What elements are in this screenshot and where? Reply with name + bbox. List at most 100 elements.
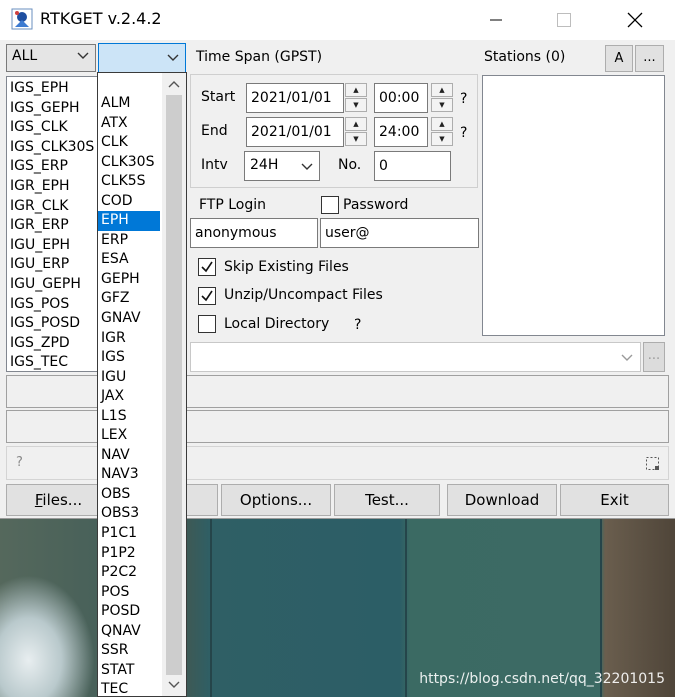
options-button[interactable]: Options...: [221, 484, 331, 516]
spin-up-icon[interactable]: ▲: [431, 83, 453, 97]
test-button[interactable]: Test...: [334, 484, 440, 516]
type-combo[interactable]: ALL: [6, 44, 96, 72]
spin-down-icon[interactable]: ▼: [431, 98, 453, 112]
list-item[interactable]: IGS_ERP: [7, 157, 94, 177]
ftp-login-field[interactable]: anonymous: [190, 218, 318, 248]
scroll-down-icon[interactable]: [168, 680, 180, 690]
dropdown-item[interactable]: POSD: [98, 602, 160, 622]
dropdown-item[interactable]: ESA: [98, 250, 160, 270]
status-help-icon[interactable]: ?: [16, 455, 23, 470]
dropdown-item[interactable]: NAV3: [98, 465, 160, 485]
time-help-icon[interactable]: ?: [460, 91, 467, 107]
dropdown-item[interactable]: QNAV: [98, 622, 160, 642]
spin-down-icon[interactable]: ▼: [431, 132, 453, 146]
list-item[interactable]: IGS_TEC: [7, 353, 94, 371]
list-item[interactable]: IGU_EPH: [7, 236, 94, 256]
product-dropdown-list[interactable]: ALM ATX CLK CLK30S CLK5S COD EPH ERP ESA GEPH GFZ G…: [97, 72, 187, 697]
start-time-field[interactable]: 00:00: [374, 83, 428, 113]
directory-combo[interactable]: [190, 342, 641, 372]
stations-list[interactable]: [482, 75, 665, 336]
dropdown-item[interactable]: P1C1: [98, 524, 160, 544]
spin-up-icon[interactable]: ▲: [345, 117, 367, 131]
product-list[interactable]: IGS_EPH IGS_GEPH IGS_CLK IGS_CLK30S IGS_ERP I…: [6, 76, 98, 372]
background-seam: [210, 515, 212, 697]
local-directory-checkbox[interactable]: [198, 315, 216, 333]
dropdown-item[interactable]: POS: [98, 583, 160, 603]
dropdown-item[interactable]: ATX: [98, 114, 160, 134]
stations-a-button[interactable]: A: [605, 45, 633, 72]
list-item[interactable]: IGU_GEPH: [7, 275, 94, 295]
exit-button-label: Exit: [600, 491, 629, 509]
exit-button[interactable]: Exit: [560, 484, 669, 516]
dropdown-item[interactable]: COD: [98, 192, 160, 212]
dropdown-item[interactable]: CLK5S: [98, 172, 160, 192]
no-field[interactable]: 0: [374, 151, 451, 181]
list-item[interactable]: IGS_ZPD: [7, 334, 94, 354]
list-item[interactable]: IGR_ERP: [7, 216, 94, 236]
directory-more-button[interactable]: ...: [643, 342, 665, 372]
start-date-field[interactable]: 2021/01/01: [246, 83, 344, 113]
list-item[interactable]: IGS_CLK30S: [7, 138, 94, 158]
minimize-button[interactable]: [473, 0, 519, 40]
dropdown-item[interactable]: GEPH: [98, 270, 160, 290]
dropdown-item[interactable]: P2C2: [98, 563, 160, 583]
dropdown-item[interactable]: EPH: [98, 211, 160, 231]
list-item[interactable]: IGS_GEPH: [7, 99, 94, 119]
dropdown-item[interactable]: IGR: [98, 329, 160, 349]
skip-existing-checkbox[interactable]: [198, 258, 216, 276]
dropdown-item[interactable]: OBS3: [98, 504, 160, 524]
start-time-spinner[interactable]: ▲ ▼: [431, 83, 453, 113]
end-date-spinner[interactable]: ▲ ▼: [345, 117, 367, 147]
dropdown-item[interactable]: P1P2: [98, 544, 160, 564]
dropdown-item[interactable]: IGS: [98, 348, 160, 368]
intv-combo[interactable]: 24H: [244, 151, 320, 181]
end-date-field[interactable]: 2021/01/01: [246, 117, 344, 147]
dropdown-item[interactable]: STAT: [98, 661, 160, 681]
dropdown-item[interactable]: ERP: [98, 231, 160, 251]
dropdown-item[interactable]: GNAV: [98, 309, 160, 329]
stations-more-button[interactable]: ...: [635, 45, 664, 72]
resize-grip-icon[interactable]: [646, 457, 660, 471]
time-help-icon[interactable]: ?: [460, 125, 467, 141]
product-combo[interactable]: [98, 43, 186, 73]
files-button[interactable]: Files...: [6, 484, 111, 516]
list-item[interactable]: IGU_ERP: [7, 255, 94, 275]
end-time-field[interactable]: 24:00: [374, 117, 428, 147]
list-item[interactable]: IGR_CLK: [7, 197, 94, 217]
type-combo-value: ALL: [12, 48, 38, 64]
maximize-button[interactable]: [541, 0, 587, 40]
ftp-password-field[interactable]: user@: [320, 218, 479, 248]
no-label: No.: [338, 157, 362, 173]
dropdown-item[interactable]: CLK: [98, 133, 160, 153]
dropdown-item[interactable]: L1S: [98, 407, 160, 427]
dropdown-item[interactable]: TEC: [98, 680, 160, 696]
spin-down-icon[interactable]: ▼: [345, 98, 367, 112]
list-item[interactable]: IGR_EPH: [7, 177, 94, 197]
list-item[interactable]: IGS_CLK: [7, 118, 94, 138]
dropdown-item[interactable]: GFZ: [98, 289, 160, 309]
unzip-checkbox[interactable]: [198, 287, 216, 305]
close-button[interactable]: [612, 0, 658, 40]
scroll-up-icon[interactable]: [168, 79, 180, 89]
dropdown-item[interactable]: ALM: [98, 94, 160, 114]
dropdown-item[interactable]: JAX: [98, 387, 160, 407]
dropdown-item[interactable]: NAV: [98, 446, 160, 466]
list-item[interactable]: IGS_POS: [7, 295, 94, 315]
dropdown-item[interactable]: OBS: [98, 485, 160, 505]
local-directory-help-icon[interactable]: ?: [354, 317, 361, 333]
list-item[interactable]: IGS_EPH: [7, 79, 94, 99]
list-item[interactable]: IGS_POSD: [7, 314, 94, 334]
spin-up-icon[interactable]: ▲: [431, 117, 453, 131]
dropdown-item[interactable]: IGU: [98, 368, 160, 388]
password-checkbox[interactable]: [321, 196, 339, 214]
download-button[interactable]: Download: [447, 484, 557, 516]
dropdown-item[interactable]: SSR: [98, 641, 160, 661]
dropdown-item[interactable]: LEX: [98, 426, 160, 446]
spin-up-icon[interactable]: ▲: [345, 83, 367, 97]
end-time-spinner[interactable]: ▲ ▼: [431, 117, 453, 147]
start-date-spinner[interactable]: ▲ ▼: [345, 83, 367, 113]
dropdown-scroll-thumb[interactable]: [166, 95, 182, 675]
dropdown-scrollbar[interactable]: [162, 73, 186, 696]
dropdown-item[interactable]: CLK30S: [98, 153, 160, 173]
spin-down-icon[interactable]: ▼: [345, 132, 367, 146]
